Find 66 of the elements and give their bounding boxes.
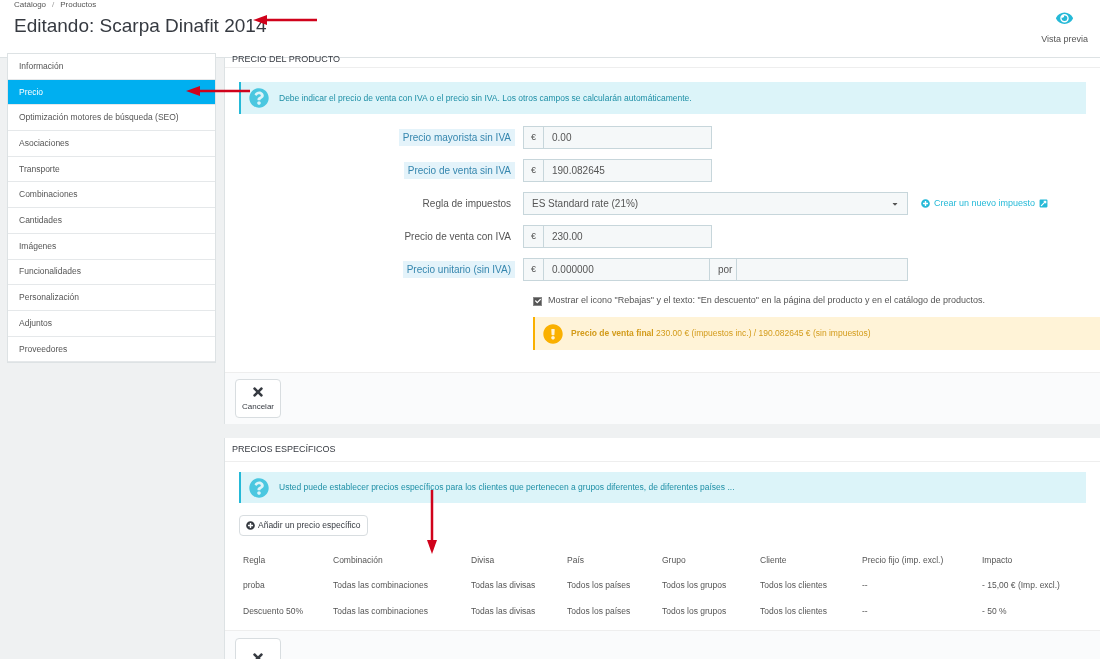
table-cell-text: Descuento 50% — [243, 604, 304, 618]
column-header: Combinación — [333, 553, 384, 567]
table-cell-text: Todas las combinaciones — [333, 604, 429, 618]
price-value: 0.000000 — [544, 259, 710, 280]
price-value: 230.00 — [551, 230, 584, 244]
currency-prefix: € — [524, 226, 544, 247]
table-cell-text: - 15,00 € (Imp. excl.) — [982, 578, 1061, 592]
field-label: Precio unitario (sin IVA) — [402, 261, 515, 278]
info-alert: Usted puede establecer precios específicos para los clientes que pertenecen a grupos diferentes, de diferentes países ... — [239, 472, 1086, 503]
column-header: Impacto — [982, 553, 1014, 567]
unit-label: por — [710, 259, 737, 280]
table-cell-text: Todos los grupos — [662, 578, 728, 592]
info-alert: Debe indicar el precio de venta con IVA o el precio sin IVA. Los otros campos se calcularán automáticamente. — [239, 82, 1086, 114]
price-value: 0.00 — [551, 131, 573, 145]
column-header: Cliente — [760, 553, 788, 567]
panel-heading: PRECIO DEL PRODUCTO — [225, 52, 1100, 68]
currency-prefix: € — [524, 127, 544, 148]
breadcrumb-separator: / — [52, 0, 55, 10]
table-cell-text: -- — [862, 578, 869, 592]
close-icon — [251, 384, 265, 399]
field-label: Precio de venta sin IVA — [403, 162, 515, 179]
table-cell-text: Todos los grupos — [662, 604, 728, 618]
price-field[interactable]: € 230.00 — [523, 225, 712, 248]
column-header: País — [567, 553, 585, 567]
unit-price-field[interactable]: € 0.000000 por — [523, 258, 908, 281]
price-field[interactable]: € 0.00 — [523, 126, 712, 149]
table-cell-text: Todos los países — [567, 604, 632, 618]
on-sale-checkbox[interactable] — [533, 296, 542, 306]
breadcrumb-link[interactable]: Catálogo — [14, 0, 47, 10]
annotation-arrow — [427, 490, 437, 554]
table-cell-text: -- — [862, 604, 869, 618]
table-cell-text: Todas las combinaciones — [333, 578, 429, 592]
warning-alert: Precio de venta final 230.00 € (impuestos inc.) / 190.082645 € (sin impuestos) — [533, 317, 1100, 350]
breadcrumb-link[interactable]: Productos — [60, 0, 97, 10]
column-header: Regla — [243, 553, 267, 567]
preview-button[interactable]: Vista previa — [1041, 10, 1088, 46]
field-label: Precio de venta con IVA — [403, 230, 512, 244]
table-cell-text: Todas las divisas — [471, 578, 537, 592]
price-field[interactable]: € 190.082645 — [523, 159, 712, 182]
plus-icon — [246, 521, 255, 530]
on-sale-label: Mostrar el icono "Rebajas" y el texto: "En descuento" en la página del producto y en el catálogo de productos. — [548, 294, 986, 308]
table-cell-text: Todas las divisas — [471, 604, 537, 618]
table-cell-text: - 50 % — [982, 604, 1008, 618]
warning-icon — [543, 323, 563, 344]
table-cell-text: Todos los clientes — [760, 604, 829, 618]
tax-rule-select[interactable]: ES Standard rate (21%) — [523, 192, 908, 215]
external-link-icon — [1039, 199, 1049, 208]
currency-prefix: € — [524, 160, 544, 181]
eye-icon — [1056, 10, 1074, 27]
cancel-button[interactable]: Cancelar — [235, 379, 281, 418]
panel-heading: PRECIOS ESPECÍFICOS — [225, 438, 1100, 462]
column-header: Divisa — [471, 553, 496, 567]
table-cell-text: proba — [243, 578, 266, 592]
question-icon — [249, 88, 269, 108]
price-value: 190.082645 — [551, 164, 606, 178]
question-icon — [249, 477, 269, 498]
field-label: Precio mayorista sin IVA — [398, 129, 515, 146]
table-cell-text: Todos los clientes — [760, 578, 829, 592]
plus-icon — [921, 199, 930, 208]
field-label: Regla de impuestos — [421, 197, 512, 211]
add-specific-price-button[interactable]: Añadir un precio específico — [239, 515, 368, 536]
table-cell-text: Todos los países — [567, 578, 632, 592]
column-header: Grupo — [662, 553, 687, 567]
currency-prefix: € — [524, 259, 544, 280]
annotation-arrow — [186, 86, 250, 96]
column-header: Precio fijo (imp. excl.) — [862, 553, 945, 567]
